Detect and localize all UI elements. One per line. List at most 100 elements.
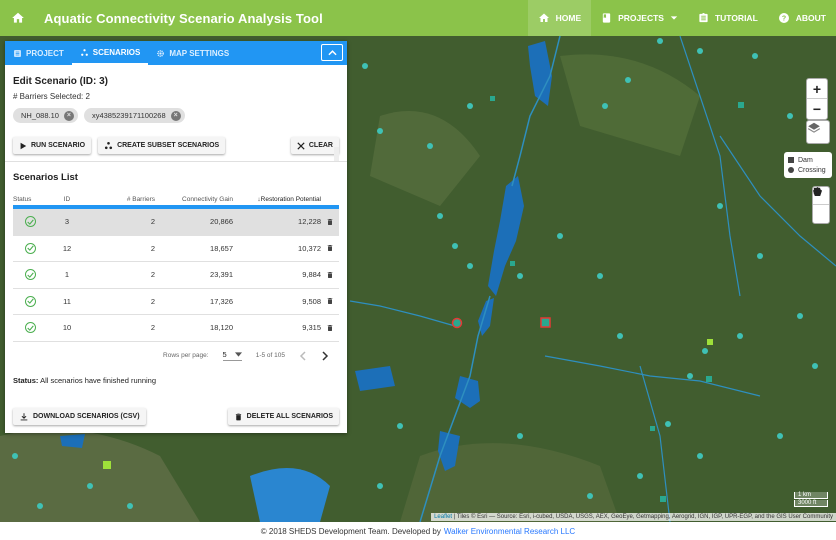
- nav-projects-label: PROJECTS: [618, 13, 664, 23]
- trash-icon: [327, 298, 333, 305]
- nav-about[interactable]: ? ABOUT: [768, 0, 836, 36]
- layers-icon: [807, 122, 821, 133]
- row-status: [13, 269, 49, 281]
- footer-link[interactable]: Walker Environmental Research LLC: [444, 527, 575, 536]
- download-scenarios-button[interactable]: DOWNLOAD SCENARIOS (CSV): [13, 408, 146, 425]
- row-id: 1: [64, 270, 70, 280]
- map-legend: Dam Crossing: [784, 152, 832, 178]
- nav-tutorial[interactable]: TUTORIAL: [688, 0, 768, 36]
- delete-row-button[interactable]: [321, 243, 339, 253]
- chevron-left-icon[interactable]: [299, 350, 307, 361]
- nav-home-label: HOME: [555, 13, 582, 23]
- run-scenario-button[interactable]: RUN SCENARIO: [13, 137, 92, 154]
- run-scenario-label: RUN SCENARIO: [31, 142, 86, 149]
- nav-about-label: ABOUT: [795, 13, 826, 23]
- svg-text:?: ?: [782, 16, 786, 23]
- chevron-up-icon: [327, 49, 337, 55]
- create-subset-scenarios-button[interactable]: CREATE SUBSET SCENARIOS: [98, 137, 226, 154]
- delete-row-button[interactable]: [321, 217, 339, 227]
- row-restoration-potential: 9,315: [302, 323, 321, 333]
- remove-chip-icon[interactable]: ×: [63, 110, 74, 121]
- table-header: Status ID # Barriers Connectivity Gain ↓…: [13, 193, 339, 209]
- barrier-chip-label: xy4385239171100268: [91, 111, 166, 120]
- book-icon: [602, 13, 611, 23]
- draw-toolbar: [812, 186, 830, 224]
- delete-all-scenarios-label: DELETE ALL SCENARIOS: [246, 413, 333, 420]
- col-restoration-potential[interactable]: ↓Restoration Potential: [233, 196, 321, 203]
- row-id: 11: [63, 296, 71, 306]
- table-row[interactable]: 12 2 18,657 10,372: [13, 236, 339, 262]
- table-row[interactable]: 1 2 23,391 9,884: [13, 262, 339, 289]
- help-icon: ?: [778, 13, 789, 23]
- tab-scenarios[interactable]: SCENARIOS: [71, 41, 149, 65]
- collapse-panel-button[interactable]: [321, 44, 343, 61]
- home-icon-button[interactable]: [0, 0, 36, 36]
- tab-project[interactable]: PROJECT: [5, 41, 72, 65]
- nav-projects[interactable]: PROJECTS: [591, 0, 688, 36]
- layers-button[interactable]: [806, 120, 830, 144]
- rows-per-page-value: 5: [222, 350, 227, 359]
- tab-map-settings-label: MAP SETTINGS: [169, 48, 230, 58]
- row-status: [13, 295, 49, 307]
- col-id[interactable]: ID: [49, 196, 85, 203]
- rectangle-icon: [813, 187, 821, 195]
- row-id: 12: [62, 243, 72, 253]
- gear-icon: [157, 49, 165, 57]
- home-icon: [538, 13, 549, 22]
- delete-row-button[interactable]: [321, 296, 339, 306]
- table-row[interactable]: 10 2 18,120 9,315: [13, 315, 339, 342]
- chevron-right-icon[interactable]: [321, 350, 329, 361]
- zoom-control: + −: [806, 78, 828, 120]
- zoom-in-button[interactable]: +: [807, 79, 827, 99]
- legend-dam-label: Dam: [798, 156, 813, 164]
- tab-map-settings[interactable]: MAP SETTINGS: [148, 41, 237, 65]
- rows-per-page-select[interactable]: 5: [222, 350, 242, 361]
- delete-row-button[interactable]: [321, 270, 339, 280]
- row-connectivity-gain: 23,391: [210, 270, 233, 280]
- scale-km: 1 km: [794, 492, 828, 499]
- barrier-chip[interactable]: xy4385239171100268 ×: [83, 108, 185, 123]
- row-status: [13, 242, 49, 254]
- clear-button[interactable]: CLEAR: [290, 137, 339, 154]
- col-barriers[interactable]: # Barriers: [85, 196, 155, 203]
- barrier-chip[interactable]: NH_088.10 ×: [13, 108, 78, 123]
- footer-text: © 2018 SHEDS Development Team. Developed…: [260, 526, 441, 536]
- row-restoration-potential: 12,228: [298, 217, 321, 227]
- row-barriers: 2: [150, 243, 155, 253]
- page-range: 1-5 of 105: [255, 352, 285, 359]
- zoom-out-button[interactable]: −: [807, 99, 827, 119]
- status-line: Status: All scenarios have finished runn…: [13, 376, 339, 385]
- rows-per-page-label: Rows per page:: [163, 352, 209, 359]
- app-title: Aquatic Connectivity Scenario Analysis T…: [44, 10, 323, 26]
- remove-chip-icon[interactable]: ×: [170, 110, 181, 121]
- square-icon: [788, 157, 794, 163]
- nav-home[interactable]: HOME: [527, 0, 592, 36]
- status-text: All scenarios have finished running: [38, 375, 156, 385]
- scenarios-icon: [105, 141, 113, 150]
- leaflet-link[interactable]: Leaflet: [434, 514, 452, 520]
- draw-rectangle-button[interactable]: [813, 187, 829, 223]
- legend-crossing-label: Crossing: [798, 166, 826, 174]
- play-icon: [20, 142, 27, 149]
- legend-dam: Dam: [788, 155, 828, 165]
- panel-tabs: PROJECT SCENARIOS MAP SETTINGS: [5, 41, 347, 65]
- col-status[interactable]: Status: [13, 196, 49, 203]
- trash-icon: [327, 218, 333, 225]
- status-label: Status:: [13, 375, 39, 385]
- create-subset-label: CREATE SUBSET SCENARIOS: [117, 142, 220, 149]
- home-icon: [12, 12, 24, 23]
- legend-crossing: Crossing: [788, 165, 828, 175]
- divider: [5, 161, 347, 162]
- caret-down-icon: [670, 16, 678, 20]
- delete-row-button[interactable]: [321, 323, 339, 333]
- clipboard-icon: [699, 12, 708, 23]
- delete-all-scenarios-button[interactable]: DELETE ALL SCENARIOS: [227, 408, 339, 425]
- tab-project-label: PROJECT: [26, 48, 64, 58]
- row-connectivity-gain: 18,120: [210, 323, 233, 333]
- table-row[interactable]: 11 2 17,326 9,508: [13, 289, 339, 315]
- row-id: 3: [64, 217, 70, 227]
- project-icon: [14, 49, 21, 57]
- chips-scrollbar[interactable]: [334, 147, 339, 161]
- col-connectivity-gain[interactable]: Connectivity Gain: [155, 196, 233, 203]
- table-row[interactable]: 3 2 20,866 12,228: [13, 209, 339, 236]
